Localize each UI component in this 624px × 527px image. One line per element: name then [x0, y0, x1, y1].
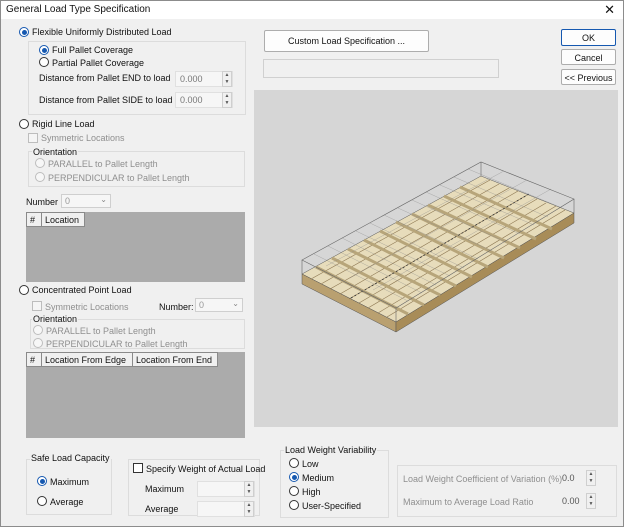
conc-number-select[interactable]: 0 ⌄	[195, 298, 243, 312]
variability-high-radio[interactable]	[289, 486, 299, 496]
conc-parallel-radio[interactable]	[33, 325, 43, 335]
rigid-symmetric-checkbox[interactable]	[28, 133, 38, 143]
concentrated-load-label: Concentrated Point Load	[32, 285, 132, 295]
dist-end-input[interactable]: 0.000 ▲ ▼	[175, 71, 233, 87]
previous-button[interactable]: << Previous	[561, 69, 616, 85]
chevron-down-icon: ⌄	[100, 195, 107, 204]
specify-avg-input[interactable]: ▲ ▼	[197, 501, 255, 517]
conc-number-label: Number:	[159, 302, 194, 312]
dist-side-spinner[interactable]: ▲ ▼	[222, 92, 232, 108]
conc-symmetric-label: Symmetric Locations	[45, 302, 129, 312]
rigid-col-hash: #	[26, 212, 42, 227]
variability-user-radio[interactable]	[289, 500, 299, 510]
rigid-parallel-label: PARALLEL to Pallet Length	[48, 159, 158, 169]
cov-input[interactable]: 0.0 ▲ ▼	[558, 470, 596, 487]
ok-button[interactable]: OK	[561, 29, 616, 46]
partial-coverage-label: Partial Pallet Coverage	[52, 58, 145, 68]
specify-max-input[interactable]: ▲ ▼	[197, 481, 255, 497]
specify-max-label: Maximum	[145, 484, 185, 494]
rigid-perpendicular-label: PERPENDICULAR to Pallet Length	[48, 173, 190, 183]
variability-medium-label: Medium	[302, 473, 335, 483]
rigid-orientation-title: Orientation	[32, 147, 79, 157]
specify-weight-label: Specify Weight of Actual Load	[146, 464, 266, 474]
variability-low-label: Low	[302, 459, 319, 469]
dist-side-input[interactable]: 0.000 ▲ ▼	[175, 92, 233, 108]
cancel-button[interactable]: Cancel	[561, 49, 616, 65]
variability-user-label: User-Specified	[302, 501, 362, 511]
conc-parallel-label: PARALLEL to Pallet Length	[46, 326, 156, 336]
safe-avg-radio[interactable]	[37, 496, 47, 506]
safe-max-label: Maximum	[50, 477, 90, 487]
specify-max-spinner[interactable]: ▲ ▼	[244, 481, 254, 497]
chevron-down-icon: ⌄	[232, 299, 239, 308]
pallet-preview	[254, 90, 618, 427]
rigid-load-label: Rigid Line Load	[32, 119, 95, 129]
variability-title: Load Weight Variability	[284, 445, 378, 455]
conc-location-table: # Location From Edge Location From End	[26, 352, 245, 438]
specify-weight-checkbox[interactable]	[133, 463, 143, 473]
cov-spinner[interactable]: ▲ ▼	[586, 470, 596, 486]
conc-col-hash: #	[26, 352, 42, 367]
conc-perpendicular-radio[interactable]	[33, 338, 43, 348]
specify-avg-spinner[interactable]: ▲ ▼	[244, 501, 254, 517]
custom-load-button[interactable]: Custom Load Specification ...	[264, 30, 429, 52]
dist-end-label: Distance from Pallet END to load	[39, 73, 171, 83]
conc-perpendicular-label: PERPENDICULAR to Pallet Length	[46, 339, 188, 349]
conc-col-edge: Location From Edge	[41, 352, 133, 367]
ratio-spinner[interactable]: ▲ ▼	[586, 493, 596, 509]
safe-avg-label: Average	[50, 497, 84, 507]
status-field	[263, 59, 499, 78]
rigid-perpendicular-radio[interactable]	[35, 172, 45, 182]
safe-max-radio[interactable]	[37, 476, 47, 486]
dist-side-label: Distance from Pallet SIDE to load	[39, 95, 173, 105]
conc-orientation-title: Orientation	[32, 314, 79, 324]
rigid-col-location: Location	[41, 212, 85, 227]
rigid-load-radio[interactable]	[19, 119, 29, 129]
title-bar: General Load Type Specification ✕	[1, 1, 623, 19]
window-title: General Load Type Specification	[6, 4, 151, 15]
close-icon[interactable]: ✕	[604, 2, 615, 18]
conc-col-end: Location From End	[132, 352, 218, 367]
dist-end-spinner[interactable]: ▲ ▼	[222, 71, 232, 87]
rigid-number-select[interactable]: 0 ⌄	[61, 194, 111, 208]
safe-load-title: Safe Load Capacity	[30, 453, 111, 463]
concentrated-load-radio[interactable]	[19, 285, 29, 295]
rigid-parallel-radio[interactable]	[35, 158, 45, 168]
partial-coverage-radio[interactable]	[39, 57, 49, 67]
cov-label: Load Weight Coefficient of Variation (%)	[403, 474, 563, 484]
variability-low-radio[interactable]	[289, 458, 299, 468]
dialog-window: General Load Type Specification ✕ Flexib…	[0, 0, 624, 527]
variability-high-label: High	[302, 487, 321, 497]
rigid-location-table: # Location	[26, 212, 245, 282]
pallet-3d-image	[301, 161, 575, 333]
conc-symmetric-checkbox[interactable]	[32, 301, 42, 311]
full-coverage-label: Full Pallet Coverage	[52, 45, 134, 55]
ratio-label: Maximum to Average Load Ratio	[403, 497, 534, 507]
rigid-symmetric-label: Symmetric Locations	[41, 133, 125, 143]
full-coverage-radio[interactable]	[39, 45, 49, 55]
specify-avg-label: Average	[145, 504, 179, 514]
rigid-number-label: Number	[26, 197, 59, 207]
flexible-load-label: Flexible Uniformly Distributed Load	[32, 27, 172, 37]
ratio-input[interactable]: 0.00 ▲ ▼	[558, 493, 596, 510]
variability-medium-radio[interactable]	[289, 472, 299, 482]
flexible-load-radio[interactable]	[19, 27, 29, 37]
